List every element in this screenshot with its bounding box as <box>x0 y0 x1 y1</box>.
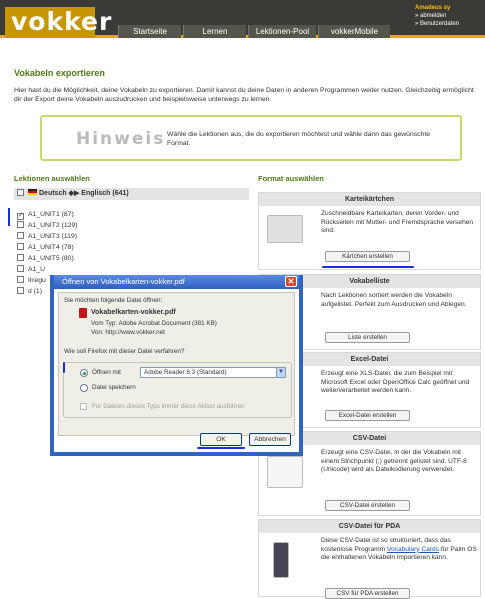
logout-link[interactable]: » abmelden <box>415 12 483 20</box>
open-with-label: Öffnen mit <box>92 369 121 376</box>
lesson-item[interactable]: d (1) <box>17 287 42 297</box>
intro-text: Hier hast du die Möglichkeit, deine Voka… <box>14 87 474 103</box>
user-name: Amadeus sy <box>415 5 451 11</box>
create-excel-button[interactable]: Excel-Datei erstellen <box>325 410 410 421</box>
dialog-titlebar: Öffnen von Vokabelkarten-vokker.pdf ✕ <box>54 275 299 289</box>
file-name: Vokabelkarten-vokker.pdf <box>91 309 176 316</box>
notepad-icon <box>267 456 303 488</box>
always-do-checkbox[interactable] <box>80 403 87 410</box>
format-card-karteikaertchen: Karteikärtchen Zuschneidbare Karteikarte… <box>258 192 481 270</box>
hint-box: Hinweis Wähle die Lektionen aus, die du … <box>40 115 462 161</box>
create-cards-button[interactable]: Kärtchen erstellen <box>325 251 410 262</box>
save-file-label: Datei speichern <box>92 384 136 391</box>
hint-text: Wähle die Lektionen aus, die du exportie… <box>167 131 430 147</box>
checkbox[interactable] <box>17 276 24 283</box>
annotation-underline <box>197 447 245 449</box>
dialog-title: Öffnen von Vokabelkarten-vokker.pdf <box>62 277 185 286</box>
card-text: Nach Lektionen sortiert werden die Vokab… <box>321 292 467 308</box>
pdf-icon <box>79 308 87 318</box>
close-icon[interactable]: ✕ <box>285 276 297 287</box>
annotation-mark <box>63 362 65 373</box>
format-card-csv-pda: CSV-Datei für PDA Diese CSV-Datei ist so… <box>258 519 481 599</box>
card-text: Zuschneidbare Karteikarten, deren Vorder… <box>321 210 474 234</box>
card-text: Erzeugt eine CSV-Datei, in der die Vokab… <box>321 449 467 473</box>
checkbox[interactable] <box>17 243 24 250</box>
cancel-button[interactable]: Abbrechen <box>249 433 291 446</box>
printer-icon <box>267 215 303 243</box>
page-title: Vokabeln exportieren <box>14 68 105 78</box>
flag-de-icon <box>28 189 37 195</box>
checkbox-checked[interactable]: ✓ <box>17 213 24 220</box>
select-all-checkbox[interactable] <box>17 189 24 196</box>
card-text: Diese CSV-Datei ist so strukturiert, das… <box>321 537 477 561</box>
file-source: Von: http://www.vokker.net <box>91 329 165 336</box>
dialog-question: Wie soll Firefox mit dieser Datei verfah… <box>64 348 185 355</box>
chevron-down-icon[interactable]: ▼ <box>276 368 285 377</box>
lesson-item[interactable]: A1_UNIT2 (129) <box>17 221 78 231</box>
nav-lernen[interactable]: Lernen <box>183 25 246 38</box>
site-header: vokker Startseite Lernen Lektionen-Pool … <box>0 0 485 38</box>
hint-label: Hinweis <box>76 129 166 149</box>
checkbox[interactable] <box>17 221 24 228</box>
create-csv-button[interactable]: CSV-Datei erstellen <box>325 500 410 511</box>
dialog-body: Sie möchten folgende Datei öffnen: Vokab… <box>58 292 295 436</box>
annotation-mark <box>8 208 10 226</box>
card-title: Karteikärtchen <box>259 193 480 206</box>
checkbox[interactable] <box>17 287 24 294</box>
language-pair-label: Deutsch ◆▶ Englisch (641) <box>39 190 129 197</box>
lesson-item[interactable]: A1_U <box>17 265 45 275</box>
lesson-item[interactable]: A1_UNIT5 (80) <box>17 254 74 264</box>
file-type: Vom Typ: Adobe Acrobat Document (381 KB) <box>91 320 217 327</box>
checkbox[interactable] <box>17 254 24 261</box>
lesson-item[interactable]: A1_UNIT4 (78) <box>17 243 74 253</box>
nav-startseite[interactable]: Startseite <box>118 25 181 38</box>
always-do-label: Für Dateien dieses Typs immer diese Akti… <box>92 403 245 410</box>
lesson-item[interactable]: ✓ A1_UNIT1 (87) <box>17 210 74 220</box>
nav-vokkermobile[interactable]: vokkerMobile <box>318 25 390 38</box>
open-file-dialog: Öffnen von Vokabelkarten-vokker.pdf ✕ Si… <box>50 275 303 456</box>
card-text: Erzeugt eine XLS-Datei, die zum Beispiel… <box>321 370 470 394</box>
vocabulary-cards-link[interactable]: Vocabulary Cards <box>387 546 439 553</box>
create-csv-pda-button[interactable]: CSV für PDA erstellen <box>325 588 410 599</box>
checkbox[interactable] <box>17 232 24 239</box>
application-select[interactable]: Adobe Reader 8.3 (Standard) ▼ <box>140 367 286 378</box>
open-with-radio[interactable] <box>80 369 88 377</box>
lesson-item[interactable]: A1_UNIT3 (119) <box>17 232 77 242</box>
user-data-link[interactable]: » Benutzerdaten <box>415 20 483 28</box>
vokker-logo[interactable]: vokker <box>5 7 111 38</box>
format-title: Format auswählen <box>258 174 324 183</box>
ok-button[interactable]: OK <box>200 433 242 446</box>
language-header: Deutsch ◆▶ Englisch (641) <box>14 188 249 200</box>
create-list-button[interactable]: Liste erstellen <box>325 332 410 343</box>
checkbox[interactable] <box>17 265 24 272</box>
pda-icon <box>273 542 289 578</box>
lektionen-title: Lektionen auswählen <box>14 174 90 183</box>
card-title: CSV-Datei für PDA <box>259 520 480 533</box>
dialog-prompt: Sie möchten folgende Datei öffnen: <box>64 297 163 304</box>
user-panel: Amadeus sy » abmelden » Benutzerdaten <box>415 4 483 28</box>
annotation-underline <box>322 266 414 268</box>
save-file-radio[interactable] <box>80 384 88 392</box>
lesson-item[interactable]: Irregu <box>17 276 46 286</box>
nav-lektionen-pool[interactable]: Lektionen-Pool <box>248 25 316 38</box>
